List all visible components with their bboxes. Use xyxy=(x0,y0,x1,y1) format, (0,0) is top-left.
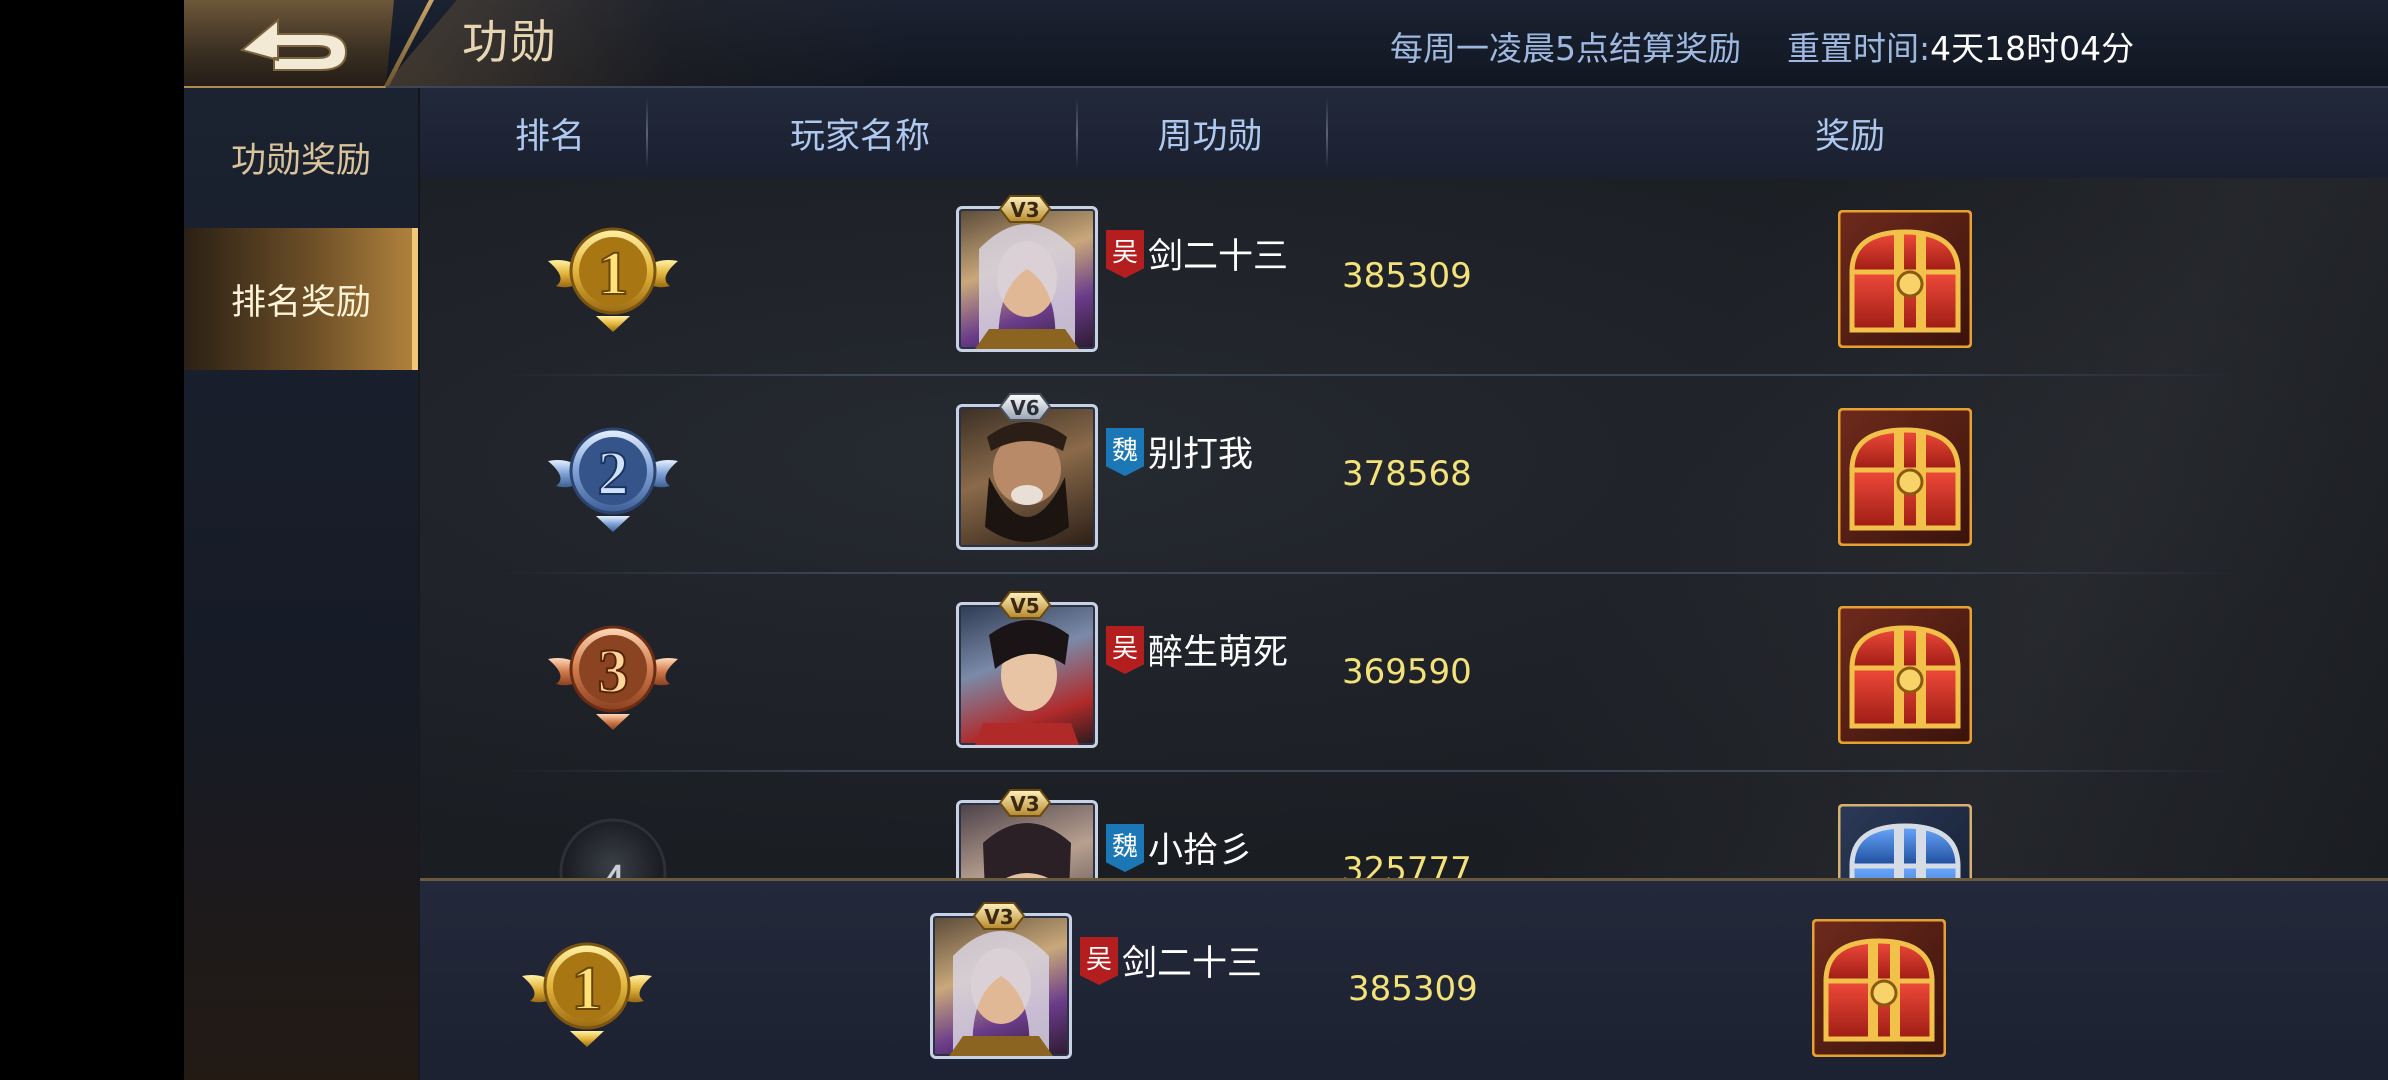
my-ranking-row: 1 V3 吴 剑二十三 385309 xyxy=(420,878,2388,1080)
weekly-merit-score: 378568 xyxy=(1342,454,1472,494)
sidebar: 功勋奖励 排名奖励 xyxy=(184,88,418,1080)
sidebar-item-merit-reward[interactable]: 功勋奖励 xyxy=(184,88,418,226)
column-header-player-name: 玩家名称 xyxy=(789,116,930,157)
svg-text:V3: V3 xyxy=(984,905,1013,929)
settlement-info: 每周一凌晨5点结算奖励 重置时间:4天18时04分 xyxy=(1390,22,2134,70)
table-row: 4 V3 魏 小拾彡 325777 xyxy=(420,772,2388,878)
settle-schedule-text: 每周一凌晨5点结算奖励 xyxy=(1390,29,1741,68)
weekly-merit-score: 385309 xyxy=(1342,256,1472,296)
faction-badge: 吴 xyxy=(1080,937,1118,985)
silver-rank-medal-icon: 2 xyxy=(548,427,678,532)
svg-text:V5: V5 xyxy=(1010,594,1039,618)
rank-number: 2 xyxy=(598,440,629,508)
faction-badge: 魏 xyxy=(1106,428,1144,476)
red-treasure-chest-icon[interactable] xyxy=(1812,919,1946,1057)
blue-treasure-chest-icon[interactable] xyxy=(1838,804,1972,878)
gold-rank-medal-icon: 1 xyxy=(522,942,652,1047)
column-header-rank: 排名 xyxy=(514,116,585,157)
vip-badge-icon: V5 xyxy=(998,591,1052,619)
column-separator xyxy=(1076,98,1078,168)
sidebar-item-label: 功勋奖励 xyxy=(230,140,371,181)
plain-rank-medal-icon: 4 xyxy=(559,818,667,878)
column-header-weekly-merit: 周功勋 xyxy=(1157,116,1263,157)
ranking-list[interactable]: 1 V3 吴 剑二十三 385309 2 V6 魏 别打我 378568 3 V… xyxy=(420,178,2388,878)
faction-badge: 吴 xyxy=(1106,626,1144,674)
weekly-merit-score: 385309 xyxy=(1348,969,1478,1009)
sidebar-item-rank-reward[interactable]: 排名奖励 xyxy=(184,228,418,370)
player-avatar[interactable] xyxy=(956,404,1098,550)
sidebar-item-label: 排名奖励 xyxy=(230,282,371,323)
faction-badge: 吴 xyxy=(1106,230,1144,278)
table-header: 排名 玩家名称 周功勋 奖励 xyxy=(420,88,2388,178)
rank-number: 1 xyxy=(572,955,603,1023)
vip-badge-icon: V3 xyxy=(998,195,1052,223)
bronze-rank-medal-icon: 3 xyxy=(548,625,678,730)
vip-badge-icon: V6 xyxy=(998,393,1052,421)
top-bar: 功勋 每周一凌晨5点结算奖励 重置时间:4天18时04分 xyxy=(184,0,2388,89)
svg-text:V3: V3 xyxy=(1010,792,1039,816)
rank-number: 1 xyxy=(598,240,629,308)
vip-badge-icon: V3 xyxy=(998,789,1052,817)
rank-number: 4 xyxy=(600,856,627,878)
red-treasure-chest-icon[interactable] xyxy=(1838,606,1972,744)
hero-portrait-icon xyxy=(975,620,1079,745)
column-separator xyxy=(1326,98,1328,168)
rank-number: 3 xyxy=(598,638,629,706)
table-row: 1 V3 吴 剑二十三 385309 xyxy=(420,178,2388,376)
player-name: 剑二十三 xyxy=(1148,237,1289,277)
weekly-merit-score: 325777 xyxy=(1342,850,1472,878)
column-header-reward: 奖励 xyxy=(1814,116,1885,157)
player-avatar[interactable] xyxy=(930,913,1072,1059)
hero-portrait-icon xyxy=(985,422,1069,542)
page-title: 功勋 xyxy=(462,15,558,69)
reset-time-label: 重置时间: xyxy=(1787,29,1931,68)
weekly-merit-score: 369590 xyxy=(1342,652,1472,692)
player-name: 醉生萌死 xyxy=(1148,633,1289,673)
player-name: 剑二十三 xyxy=(1122,944,1263,984)
hero-portrait-icon xyxy=(975,224,1079,349)
back-arrow-icon[interactable] xyxy=(234,12,354,74)
hero-portrait-icon xyxy=(949,931,1053,1056)
table-row: 3 V5 吴 醉生萌死 369590 xyxy=(420,574,2388,772)
reset-time-value: 4天18时04分 xyxy=(1930,29,2135,68)
player-name: 别打我 xyxy=(1148,435,1254,475)
faction-badge: 魏 xyxy=(1106,824,1144,872)
red-treasure-chest-icon[interactable] xyxy=(1838,408,1972,546)
game-window: 功勋 每周一凌晨5点结算奖励 重置时间:4天18时04分 功勋奖励 排名奖励 排名… xyxy=(184,0,2388,1080)
svg-text:V3: V3 xyxy=(1010,198,1039,222)
table-row: 2 V6 魏 别打我 378568 xyxy=(420,376,2388,574)
player-avatar[interactable] xyxy=(956,206,1098,352)
column-separator xyxy=(646,98,648,168)
svg-text:V6: V6 xyxy=(1010,396,1039,420)
red-treasure-chest-icon[interactable] xyxy=(1838,210,1972,348)
player-avatar[interactable] xyxy=(956,602,1098,748)
player-name: 小拾彡 xyxy=(1148,831,1254,871)
vip-badge-icon: V3 xyxy=(972,902,1026,930)
gold-rank-medal-icon: 1 xyxy=(548,227,678,332)
